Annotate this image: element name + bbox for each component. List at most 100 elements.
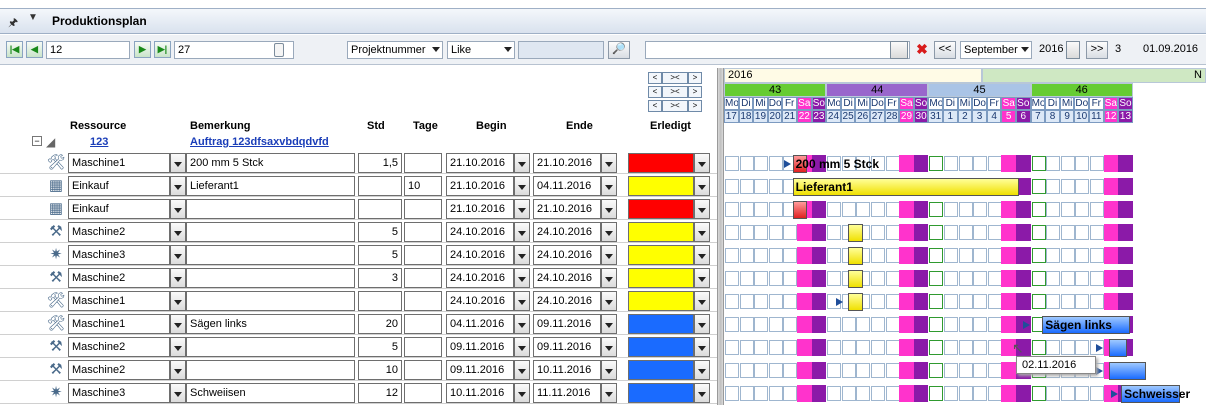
gantt-cell[interactable] bbox=[973, 271, 988, 286]
gantt-cell[interactable] bbox=[1031, 294, 1046, 309]
gantt-cell[interactable] bbox=[739, 271, 754, 286]
ressource-cell[interactable]: Maschine2 bbox=[68, 337, 170, 357]
gantt-cell[interactable] bbox=[768, 225, 783, 240]
begin-date-cell[interactable]: 21.10.2016 bbox=[446, 153, 514, 173]
gantt-cell[interactable] bbox=[1046, 156, 1061, 171]
bemerkung-cell[interactable] bbox=[186, 360, 355, 380]
gantt-cell[interactable] bbox=[783, 271, 798, 286]
gantt-cell[interactable] bbox=[1046, 202, 1061, 217]
search-combo[interactable] bbox=[645, 41, 910, 59]
gantt-cell[interactable] bbox=[768, 340, 783, 355]
gantt-cell[interactable] bbox=[973, 386, 988, 401]
ressource-dropdown[interactable] bbox=[170, 176, 186, 196]
gantt-cell[interactable] bbox=[885, 317, 900, 332]
gantt-cell[interactable] bbox=[797, 316, 812, 333]
gantt-cell[interactable] bbox=[958, 386, 973, 401]
gantt-cell[interactable] bbox=[1060, 386, 1075, 401]
gantt-cell[interactable] bbox=[841, 202, 856, 217]
gantt-cell[interactable] bbox=[739, 225, 754, 240]
status-dropdown[interactable] bbox=[694, 176, 710, 196]
pin-icon[interactable]: 🖈 bbox=[8, 14, 18, 33]
gantt-cell[interactable] bbox=[1031, 202, 1046, 217]
gantt-cell[interactable] bbox=[987, 363, 1002, 378]
gantt-cell[interactable] bbox=[754, 294, 769, 309]
gantt-cell[interactable] bbox=[944, 340, 958, 355]
status-color-cell[interactable] bbox=[628, 314, 694, 334]
begin-date-cell[interactable]: 24.10.2016 bbox=[446, 268, 514, 288]
end-date-dropdown[interactable] bbox=[601, 360, 617, 380]
gantt-cell[interactable] bbox=[1103, 178, 1119, 195]
gantt-cell[interactable] bbox=[1060, 294, 1075, 309]
gantt-cell[interactable] bbox=[856, 317, 871, 332]
gantt-cell[interactable] bbox=[1001, 247, 1016, 264]
ressource-dropdown[interactable] bbox=[170, 199, 186, 219]
gantt-cell[interactable] bbox=[958, 248, 973, 263]
last-page-button[interactable]: ▶| bbox=[154, 41, 171, 58]
ressource-cell[interactable]: Maschine1 bbox=[68, 291, 170, 311]
gantt-cell[interactable] bbox=[1060, 340, 1075, 355]
table-row[interactable]: ▦ Einkauf Lieferant1 10 21.10.2016 04.11.2016 bbox=[0, 174, 717, 197]
bemerkung-cell[interactable] bbox=[186, 245, 355, 265]
filter-value-input[interactable] bbox=[518, 41, 604, 59]
col-erledigt[interactable]: Erledigt bbox=[650, 120, 691, 132]
gantt-cell[interactable] bbox=[725, 225, 739, 240]
col-ende[interactable]: Ende bbox=[566, 120, 593, 132]
gantt-cell[interactable] bbox=[754, 202, 769, 217]
gantt-cell[interactable] bbox=[1016, 270, 1031, 287]
std-cell[interactable]: 1,5 bbox=[358, 153, 402, 173]
gantt-cell[interactable] bbox=[1046, 386, 1061, 401]
ressource-cell[interactable]: Maschine1 bbox=[68, 153, 170, 173]
gantt-cell[interactable] bbox=[1001, 293, 1016, 310]
gantt-cell[interactable] bbox=[871, 248, 885, 263]
gantt-cell[interactable] bbox=[797, 385, 812, 402]
gantt-cell[interactable] bbox=[1060, 271, 1075, 286]
begin-date-cell[interactable]: 24.10.2016 bbox=[446, 245, 514, 265]
gantt-cell[interactable] bbox=[871, 340, 885, 355]
gantt-cell[interactable] bbox=[944, 225, 958, 240]
begin-date-dropdown[interactable] bbox=[514, 314, 530, 334]
gantt-cell[interactable] bbox=[885, 225, 900, 240]
status-color-cell[interactable] bbox=[628, 291, 694, 311]
gantt-cell[interactable] bbox=[768, 271, 783, 286]
from-input[interactable]: 12 bbox=[46, 41, 130, 59]
gantt-cell[interactable] bbox=[1001, 385, 1016, 402]
gantt-cell[interactable] bbox=[944, 317, 958, 332]
tage-cell[interactable] bbox=[404, 268, 442, 288]
gantt-cell[interactable] bbox=[973, 363, 988, 378]
gantt-cell[interactable] bbox=[987, 202, 1002, 217]
next-page-button[interactable]: ▶ bbox=[134, 41, 151, 58]
gantt-cell[interactable] bbox=[725, 294, 739, 309]
col-ressource[interactable]: Ressource bbox=[70, 120, 126, 132]
gantt-cell[interactable] bbox=[1046, 294, 1061, 309]
gantt-cell[interactable] bbox=[944, 271, 958, 286]
gantt-cell[interactable] bbox=[973, 202, 988, 217]
gantt-cell[interactable] bbox=[1031, 340, 1046, 355]
ressource-dropdown[interactable] bbox=[170, 222, 186, 242]
end-date-cell[interactable]: 24.10.2016 bbox=[533, 222, 601, 242]
gantt-cell[interactable] bbox=[1075, 340, 1090, 355]
end-date-dropdown[interactable] bbox=[601, 314, 617, 334]
gantt-cell[interactable] bbox=[1118, 270, 1133, 287]
gantt-cell[interactable] bbox=[827, 271, 842, 286]
gantt-cell[interactable] bbox=[944, 386, 958, 401]
begin-date-dropdown[interactable] bbox=[514, 153, 530, 173]
gantt-cell[interactable] bbox=[885, 202, 900, 217]
gantt-cell[interactable] bbox=[811, 201, 827, 218]
end-date-dropdown[interactable] bbox=[601, 291, 617, 311]
gantt-cell[interactable] bbox=[811, 339, 827, 356]
gantt-cell[interactable] bbox=[739, 294, 754, 309]
gantt-cell[interactable] bbox=[929, 271, 944, 286]
prev-month-button[interactable]: << bbox=[934, 41, 956, 59]
task-bar[interactable] bbox=[1109, 362, 1146, 380]
slider-handle[interactable] bbox=[274, 43, 284, 57]
col-tage[interactable]: Tage bbox=[413, 120, 438, 132]
status-dropdown[interactable] bbox=[694, 199, 710, 219]
gantt-cell[interactable] bbox=[913, 247, 929, 264]
gantt-cell[interactable] bbox=[1001, 362, 1016, 379]
grid-splitter[interactable] bbox=[717, 68, 724, 405]
status-color-cell[interactable] bbox=[628, 337, 694, 357]
arrow-buttons-3[interactable]: < >< > bbox=[648, 100, 714, 113]
begin-date-cell[interactable]: 24.10.2016 bbox=[446, 222, 514, 242]
gantt-cell[interactable] bbox=[944, 363, 958, 378]
gantt-cell[interactable] bbox=[739, 179, 754, 194]
